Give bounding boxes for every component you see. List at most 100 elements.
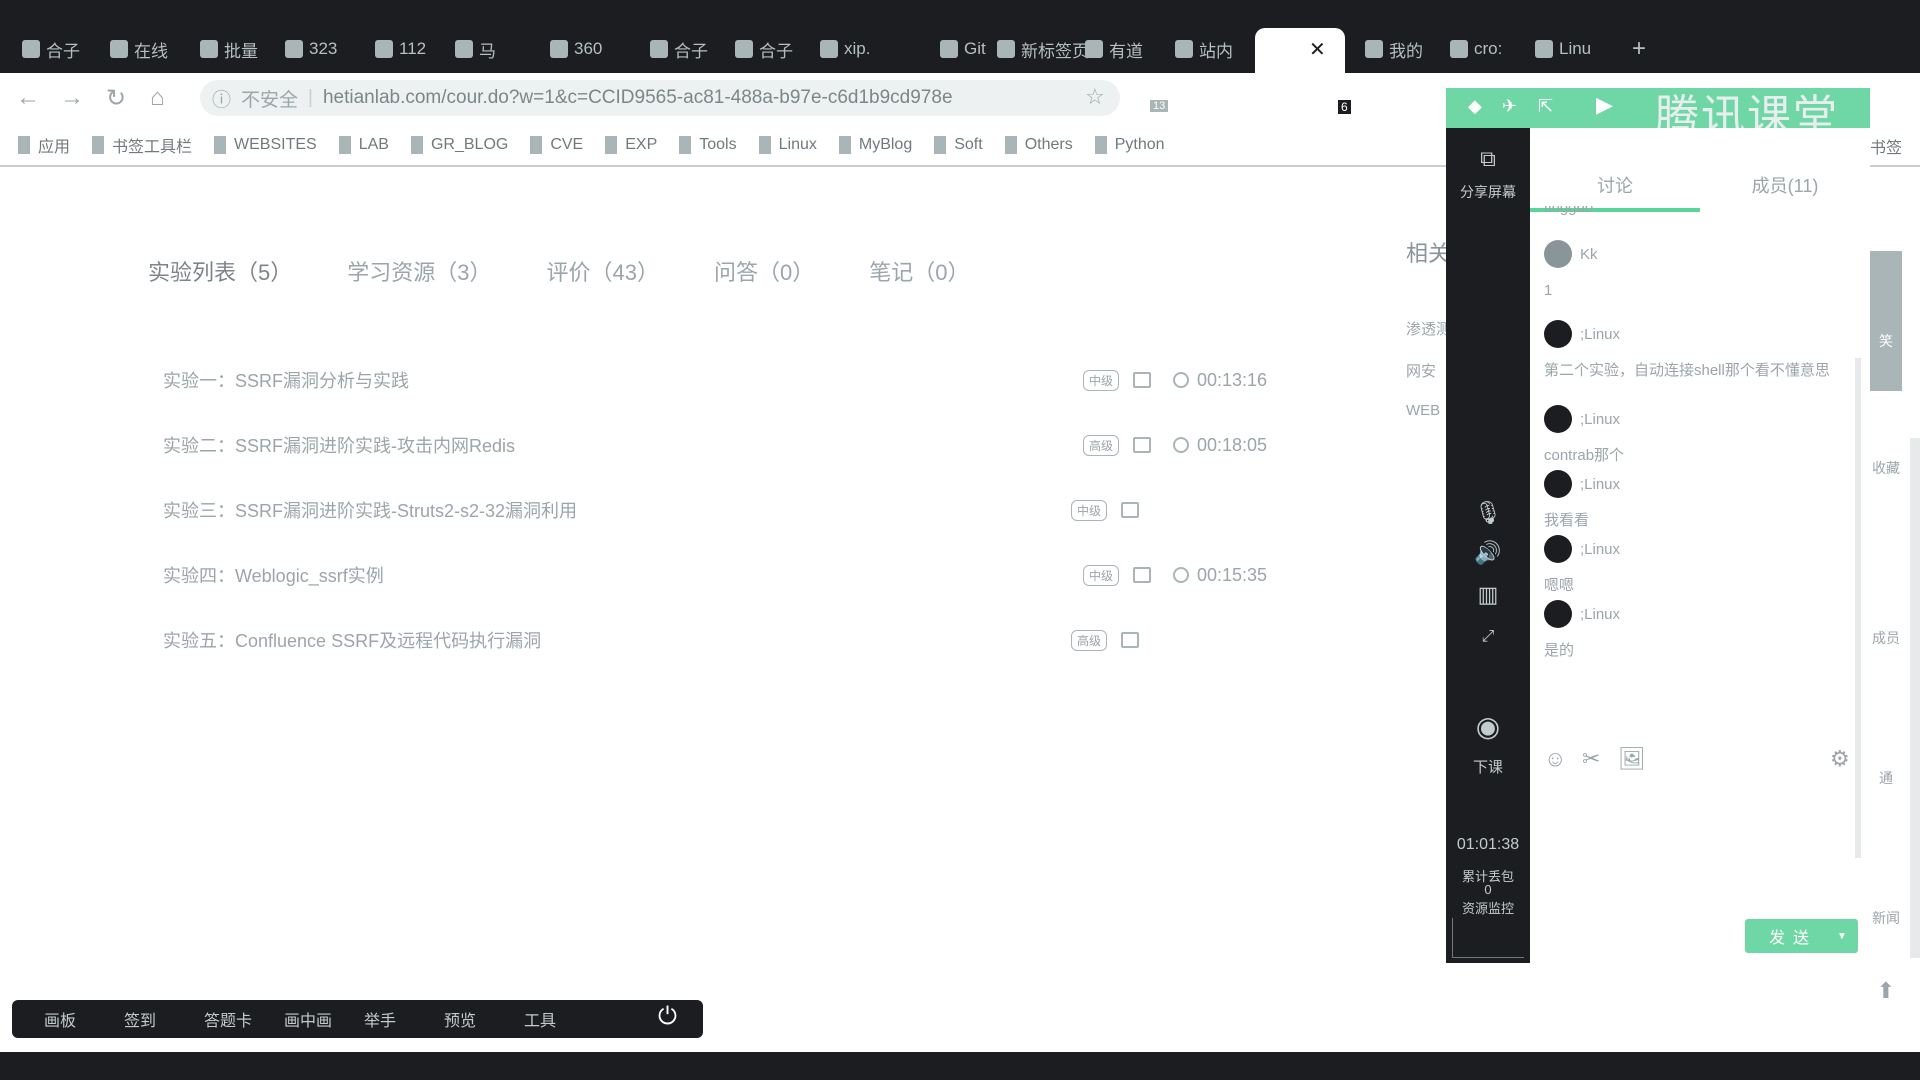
avatar[interactable]	[1544, 320, 1572, 348]
username[interactable]: ;Linux	[1580, 411, 1620, 428]
bookmark-item[interactable]: Tools	[679, 136, 737, 154]
related-link[interactable]: 渗透测	[1406, 318, 1446, 339]
username[interactable]: ;Linux	[1580, 476, 1620, 493]
image-icon[interactable]: 🖼	[1618, 746, 1646, 772]
browser-tab[interactable]: 112	[375, 34, 426, 64]
username[interactable]: ;Linux	[1580, 606, 1620, 623]
bookmark-item[interactable]: GR_BLOG	[410, 136, 508, 154]
address-bar[interactable]: ⓘ 不安全 | hetianlab.com/cour.do?w=1&c=CCID…	[200, 80, 1120, 116]
like-button[interactable]: 笑	[1870, 251, 1902, 391]
forward-icon[interactable]: →	[60, 84, 84, 112]
experiment-row[interactable]: 实验四：Weblogic_ssrf实例 中级 00:15:35	[163, 560, 1273, 590]
avatar[interactable]	[1544, 535, 1572, 563]
browser-tab[interactable]: 我的	[1365, 34, 1423, 64]
chevron-down-icon[interactable]: ▼	[1837, 931, 1847, 942]
members-button[interactable]: 成员	[1870, 628, 1902, 648]
experiment-row[interactable]: 实验一：SSRF漏洞分析与实践 中级 00:13:16	[163, 365, 1273, 395]
chat-scrollbar[interactable]	[1855, 358, 1861, 858]
close-tab-button[interactable]: ✕	[1309, 34, 1326, 64]
related-link[interactable]: 网安	[1406, 360, 1446, 381]
new-tab-button[interactable]: +	[1632, 34, 1646, 64]
experiment-title[interactable]: 实验五：Confluence SSRF及远程代码执行漏洞	[163, 627, 1071, 653]
toolbar-button[interactable]: 签到	[124, 1007, 204, 1031]
extension-badge[interactable]: 6	[1338, 100, 1351, 114]
toolbar-button[interactable]: 预览	[444, 1007, 524, 1031]
fullscreen-icon[interactable]: ⤢	[1446, 628, 1530, 646]
end-class-button[interactable]: 下课	[1446, 756, 1530, 777]
browser-tab[interactable]: 批量	[200, 34, 258, 64]
equalizer-icon[interactable]: ▥	[1446, 582, 1530, 608]
bookmark-star-icon[interactable]: ☆	[1085, 84, 1105, 110]
browser-tab[interactable]: 站内	[1175, 34, 1233, 64]
plane-icon[interactable]: ✈	[1502, 96, 1517, 117]
browser-tab[interactable]: 360	[550, 34, 602, 64]
page-scrollbar[interactable]	[1910, 438, 1920, 958]
toolbar-button[interactable]: 答题卡	[204, 1007, 284, 1031]
bookmark-item[interactable]: 应用	[18, 133, 70, 157]
experiment-title[interactable]: 实验一：SSRF漏洞分析与实践	[163, 367, 1083, 393]
active-tab[interactable]	[1255, 28, 1345, 73]
experiment-title[interactable]: 实验三：SSRF漏洞进阶实践-Struts2-s2-32漏洞利用	[163, 497, 1071, 523]
username[interactable]: Kk	[1580, 246, 1598, 263]
send-button[interactable]: 发送 ▼	[1745, 919, 1858, 953]
notice-button[interactable]: 通	[1870, 768, 1902, 788]
bookmark-item[interactable]: Others	[1004, 136, 1073, 154]
share-screen-label[interactable]: 分享屏幕	[1446, 182, 1530, 202]
bookmark-item[interactable]: Python	[1094, 136, 1165, 154]
play-icon[interactable]: ▶	[1596, 92, 1613, 118]
avatar[interactable]	[1544, 470, 1572, 498]
experiment-row[interactable]: 实验三：SSRF漏洞进阶实践-Struts2-s2-32漏洞利用 中级	[163, 495, 1273, 525]
browser-tab[interactable]: 合子	[22, 34, 80, 64]
browser-tab[interactable]: 新标签页	[997, 34, 1089, 64]
extension-badge[interactable]: 13	[1150, 100, 1169, 112]
username[interactable]: ;Linux	[1580, 541, 1620, 558]
content-tab[interactable]: 问答（0）	[714, 255, 814, 287]
end-class-icon[interactable]: ◉	[1446, 710, 1530, 743]
emoji-icon[interactable]: ☺	[1544, 746, 1566, 772]
browser-tab[interactable]: cro:	[1450, 34, 1502, 64]
scissors-icon[interactable]: ✂	[1582, 746, 1600, 772]
content-tab[interactable]: 评价（43）	[547, 255, 659, 287]
toolbar-button[interactable]: 画板	[44, 1007, 124, 1031]
browser-tab[interactable]: 马	[455, 34, 496, 64]
browser-tab[interactable]: Git	[940, 34, 986, 64]
content-tab[interactable]: 笔记（0）	[869, 255, 969, 287]
bookmark-item[interactable]: Soft	[934, 136, 983, 154]
share-screen-icon[interactable]: ⧉	[1446, 146, 1530, 172]
bookmark-item[interactable]: EXP	[605, 136, 657, 154]
content-tab[interactable]: 实验列表（5）	[148, 255, 292, 287]
related-link[interactable]: WEB	[1406, 402, 1446, 419]
content-tab[interactable]: 学习资源（3）	[347, 255, 491, 287]
back-icon[interactable]: ←	[16, 84, 40, 112]
avatar[interactable]	[1544, 405, 1572, 433]
browser-tab[interactable]: 合子	[735, 34, 793, 64]
external-icon[interactable]: ⇱	[1538, 96, 1553, 117]
power-icon[interactable]: ⏻	[658, 1003, 677, 1031]
favorite-button[interactable]: 收藏	[1870, 458, 1902, 478]
username[interactable]: ;Linux	[1580, 326, 1620, 343]
bookmark-item[interactable]: 书签工具栏	[92, 133, 192, 157]
bookmark-item[interactable]: Linux	[758, 136, 817, 154]
scroll-top-icon[interactable]: ⬆	[1870, 978, 1902, 1004]
browser-tab[interactable]: 合子	[650, 34, 708, 64]
browser-tab[interactable]: 有道	[1085, 34, 1143, 64]
bookmark-item[interactable]: MyBlog	[838, 136, 912, 154]
news-button[interactable]: 新闻	[1870, 908, 1902, 928]
tab-discussion[interactable]: 讨论	[1530, 172, 1700, 198]
toolbar-button[interactable]: 画中画	[284, 1007, 364, 1031]
browser-tab[interactable]: xip.	[820, 34, 870, 64]
avatar[interactable]	[1544, 240, 1572, 268]
bookmark-item[interactable]: WEBSITES	[214, 136, 317, 154]
experiment-row[interactable]: 实验五：Confluence SSRF及远程代码执行漏洞 高级	[163, 625, 1273, 655]
microphone-icon[interactable]: 🎙	[1446, 500, 1530, 526]
avatar[interactable]	[1544, 600, 1572, 628]
browser-tab[interactable]: 在线	[110, 34, 168, 64]
tab-members[interactable]: 成员(11)	[1700, 172, 1870, 198]
browser-tab[interactable]: 323	[285, 34, 337, 64]
toolbar-button[interactable]: 工具	[524, 1007, 604, 1031]
bookmark-item[interactable]: CVE	[530, 136, 583, 154]
experiment-title[interactable]: 实验四：Weblogic_ssrf实例	[163, 562, 1083, 588]
reload-icon[interactable]: ↻	[106, 84, 126, 113]
home-icon[interactable]: ⌂	[150, 84, 165, 112]
experiment-title[interactable]: 实验二：SSRF漏洞进阶实践-攻击内网Redis	[163, 432, 1083, 458]
